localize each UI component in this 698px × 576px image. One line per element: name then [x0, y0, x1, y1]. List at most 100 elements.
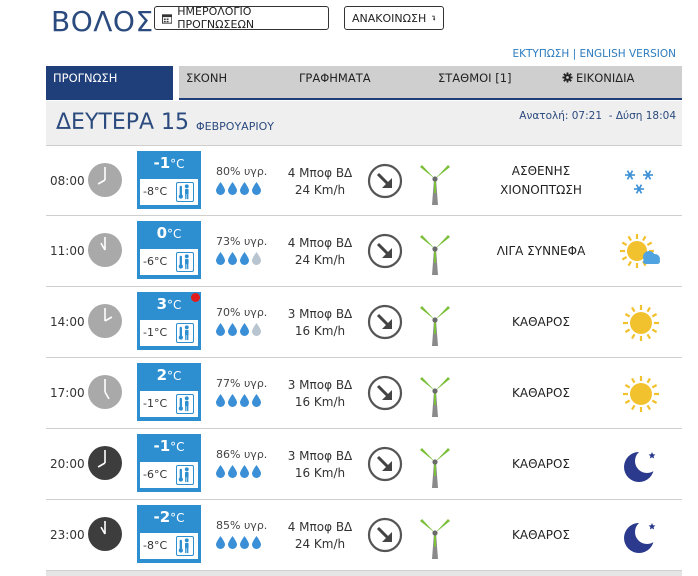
city-title: ΒΟΛΟΣ — [51, 5, 154, 38]
humidity-drop-icon — [228, 394, 237, 407]
sunset-time: - Δύση 18:04 — [608, 110, 676, 122]
humidity-drop-icon — [228, 323, 237, 336]
humidity-drops — [216, 252, 261, 265]
english-version-link[interactable]: ENGLISH VERSION — [580, 48, 676, 60]
temperature-unit: °C — [170, 511, 185, 525]
temperature-unit: °C — [167, 369, 182, 383]
feels-like-person-icon[interactable] — [176, 394, 194, 414]
day-month: ΦΕΒΡΟΥΑΡΙΟΥ — [196, 120, 274, 133]
forecast-row: 23:00 -2°C -8°C 85% υγρ. 4 Μποφ ΒΔ 24 Km… — [46, 500, 682, 571]
humidity-drop-icon — [240, 323, 249, 336]
calendar-button-label: ΗΜΕΡΟΛΟΓΙΟ ΠΡΟΓΝΩΣΕΩΝ — [177, 5, 255, 31]
tab-icons[interactable]: ΕΙΚΟΝΙΔΙΑ — [555, 66, 682, 100]
wind-beaufort: 3 Μποφ ΒΔ — [287, 378, 353, 392]
clock-icon — [87, 232, 123, 268]
wind-direction-icon — [367, 375, 403, 411]
humidity-drop-icon — [216, 536, 225, 549]
humidity-drop-icon — [240, 394, 249, 407]
wind-info: 4 Μποφ ΒΔ 24 Km/h — [278, 165, 362, 199]
announcement-button[interactable]: ΑΝΑΚΟΙΝΩΣΗ — [344, 6, 444, 30]
temperature-box: 0°C -6°C — [137, 221, 201, 279]
weather-condition: ΚΑΘΑΡΟΣ — [471, 526, 611, 545]
feels-like-value: -8°C — [143, 539, 168, 552]
wind-speed: 24 Km/h — [294, 183, 346, 197]
wind-direction-icon — [367, 233, 403, 269]
weather-condition: ΚΑΘΑΡΟΣ — [471, 313, 611, 332]
wind-info: 3 Μποφ ΒΔ 16 Km/h — [278, 377, 362, 411]
humidity-drop-icon — [240, 536, 249, 549]
weather-condition: ΚΑΘΑΡΟΣ — [471, 384, 611, 403]
condition-line-1: ΛΙΓΑ ΣΥΝΝΕΦΑ — [496, 244, 586, 258]
clock-icon — [87, 374, 123, 410]
forecast-time: 11:00 — [50, 244, 85, 258]
wind-turbine-icon — [415, 300, 455, 346]
wind-speed: 16 Km/h — [294, 466, 346, 480]
humidity-drop-icon — [252, 252, 261, 265]
wind-info: 3 Μποφ ΒΔ 16 Km/h — [278, 448, 362, 482]
wind-info: 3 Μποφ ΒΔ 16 Km/h — [278, 306, 362, 340]
feels-like-person-icon[interactable] — [176, 252, 194, 272]
forecast-row: 11:00 0°C -6°C 73% υγρ. 4 Μποφ ΒΔ 24 Km/… — [46, 216, 682, 287]
tab-icons-label: ΕΙΚΟΝΙΔΙΑ — [576, 71, 635, 85]
humidity-drop-icon — [252, 182, 261, 195]
bottom-divider — [46, 571, 682, 576]
feels-like-value: -8°C — [143, 185, 168, 198]
forecast-rows: 08:00 -1°C -8°C 80% υγρ. 4 Μποφ ΒΔ 24 Km… — [46, 145, 682, 571]
alert-dot-icon[interactable] — [191, 293, 200, 302]
wind-info: 4 Μποφ ΒΔ 24 Km/h — [278, 235, 362, 269]
link-separator: | — [572, 48, 577, 60]
feels-like-box: -6°C — [140, 249, 198, 275]
humidity-drop-icon — [252, 536, 261, 549]
humidity-drops — [216, 536, 261, 549]
temperature-unit: °C — [167, 227, 182, 241]
temperature-value: 2°C — [137, 366, 201, 384]
humidity-value: 86% υγρ. — [216, 448, 268, 461]
forecast-calendar-button[interactable]: ΗΜΕΡΟΛΟΓΙΟ ΠΡΟΓΝΩΣΕΩΝ — [154, 5, 329, 31]
forecast-time: 23:00 — [50, 528, 85, 542]
feels-like-person-icon[interactable] — [176, 323, 194, 343]
sun-times: Ανατολή: 07:21 - Δύση 18:04 — [519, 110, 676, 122]
clock-icon — [87, 516, 123, 552]
feels-like-person-icon[interactable] — [176, 465, 194, 485]
print-link[interactable]: ΕΚΤΥΠΩΣΗ — [513, 48, 570, 60]
sun-icon — [618, 374, 664, 414]
weather-condition: ΛΙΓΑ ΣΥΝΝΕΦΑ — [471, 242, 611, 261]
humidity-value: 80% υγρ. — [216, 165, 268, 178]
humidity-drop-icon — [216, 182, 225, 195]
temperature-number: 2 — [156, 366, 168, 384]
day-header: ΔΕΥΤΕΡΑ 15 ΦΕΒΡΟΥΑΡΙΟΥ Ανατολή: 07:21 - … — [46, 101, 682, 145]
condition-line-1: ΑΣΘΕΝΗΣ — [511, 164, 571, 178]
feels-like-value: -6°C — [143, 468, 168, 481]
wind-direction-icon — [367, 304, 403, 340]
gear-icon — [562, 72, 573, 83]
feels-like-box: -1°C — [140, 320, 198, 346]
forecast-time: 14:00 — [50, 315, 85, 329]
humidity-drop-icon — [228, 536, 237, 549]
header-links: ΕΚΤΥΠΩΣΗ | ENGLISH VERSION — [513, 48, 677, 60]
feels-like-person-icon[interactable] — [176, 536, 194, 556]
humidity-drop-icon — [228, 252, 237, 265]
temperature-value: -1°C — [137, 437, 201, 455]
temperature-unit: °C — [170, 157, 185, 171]
wind-speed: 16 Km/h — [294, 324, 346, 338]
temperature-number: -1 — [153, 154, 171, 172]
feels-like-box: -8°C — [140, 533, 198, 559]
humidity-drop-icon — [216, 252, 225, 265]
forecast-row: 17:00 2°C -1°C 77% υγρ. 3 Μποφ ΒΔ 16 Km/… — [46, 358, 682, 429]
sun-icon — [618, 303, 664, 343]
humidity-drop-icon — [216, 323, 225, 336]
wind-info: 4 Μποφ ΒΔ 24 Km/h — [278, 519, 362, 553]
condition-line-1: ΚΑΘΑΡΟΣ — [512, 528, 570, 542]
tab-forecast[interactable]: ΠΡΟΓΝΩΣΗ — [46, 66, 173, 100]
wind-turbine-icon — [415, 513, 455, 559]
humidity-value: 77% υγρ. — [216, 377, 268, 390]
feels-like-person-icon[interactable] — [176, 182, 194, 202]
humidity-value: 85% υγρ. — [216, 519, 268, 532]
condition-line-1: ΚΑΘΑΡΟΣ — [512, 386, 570, 400]
temperature-box: 2°C -1°C — [137, 363, 201, 421]
forecast-row: 14:00 3°C -1°C 70% υγρ. 3 Μποφ ΒΔ 16 Km/… — [46, 287, 682, 358]
moon-icon — [618, 516, 664, 556]
humidity-drop-icon — [216, 394, 225, 407]
feels-like-value: -6°C — [143, 255, 168, 268]
wind-speed: 24 Km/h — [294, 537, 346, 551]
